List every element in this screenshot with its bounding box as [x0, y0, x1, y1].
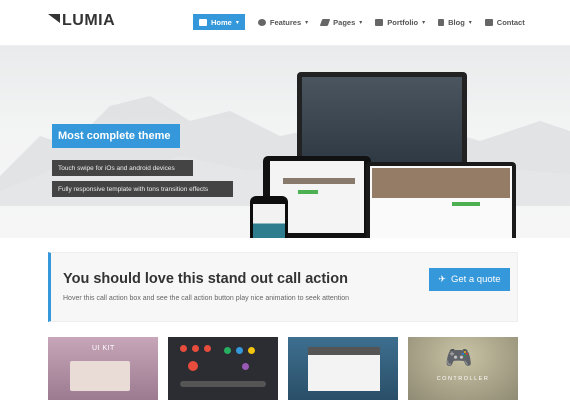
- chevron-down-icon: ▾: [235, 19, 239, 26]
- logo-mark-icon: [48, 13, 60, 23]
- ui-element-dot: [180, 345, 187, 352]
- logo-text: LUMIA: [62, 12, 116, 29]
- plane-icon: ✈: [438, 274, 446, 284]
- portfolio-item[interactable]: UI KIT: [48, 337, 158, 400]
- site-header: LUMIA Home ▾ Features ▾ Pages ▾ Portfoli…: [0, 0, 570, 46]
- nav-item-portfolio[interactable]: Portfolio ▾: [375, 14, 425, 30]
- gear-icon: [257, 18, 266, 26]
- nav-item-pages[interactable]: Pages ▾: [319, 14, 363, 30]
- ui-element-dot: [204, 345, 211, 352]
- main-nav: Home ▾ Features ▾ Pages ▾ Portfolio ▾ Bl…: [193, 14, 538, 30]
- nav-label: Pages: [333, 17, 356, 27]
- website-preview-header: [308, 347, 380, 355]
- nav-label: Contact: [496, 17, 525, 27]
- nav-item-features[interactable]: Features ▾: [257, 14, 309, 30]
- camera-icon: [375, 18, 384, 26]
- call-action-box[interactable]: You should love this stand out call acti…: [48, 252, 518, 322]
- chevron-down-icon: ▾: [422, 19, 426, 26]
- nav-item-home[interactable]: Home ▾: [193, 14, 245, 30]
- chevron-down-icon: ▾: [305, 19, 309, 26]
- portfolio-item[interactable]: [168, 337, 278, 400]
- mail-icon: [484, 18, 493, 26]
- hero-tag: Fully responsive template with tons tran…: [52, 181, 233, 197]
- cta-title: You should love this stand out call acti…: [63, 271, 348, 287]
- phone-screen: [253, 204, 285, 238]
- hero-title: Most complete theme: [52, 124, 180, 148]
- tablet-screen-bar: [298, 190, 318, 194]
- cta-subtitle: Hover this call action box and see the c…: [63, 295, 350, 302]
- portfolio-item[interactable]: [288, 337, 398, 400]
- laptop-screen-banner: [372, 168, 510, 198]
- chevron-down-icon: ▾: [359, 19, 363, 26]
- ui-element-dot: [192, 345, 199, 352]
- pages-icon: [319, 18, 331, 26]
- hero-tag: Touch swipe for iOs and android devices: [52, 160, 193, 176]
- ui-kit-panel: [70, 361, 130, 391]
- ui-element-slider: [180, 381, 266, 387]
- ui-element-dot: [224, 347, 231, 354]
- portfolio-item-label: CONTROLLER: [436, 376, 490, 382]
- nav-item-contact[interactable]: Contact: [484, 14, 525, 30]
- nav-label: Blog: [448, 17, 465, 27]
- nav-label: Home: [211, 17, 232, 27]
- logo[interactable]: LUMIA: [48, 11, 115, 31]
- book-icon: [438, 18, 445, 26]
- ui-element-dot: [248, 347, 255, 354]
- ui-element-dot: [188, 361, 198, 371]
- nav-item-blog[interactable]: Blog ▾: [438, 14, 472, 30]
- gamepad-icon: 🎮: [445, 345, 473, 370]
- portfolio-item-label: UI KIT: [92, 345, 115, 352]
- hero-slider[interactable]: Most complete theme Touch swipe for iOs …: [0, 46, 570, 238]
- chevron-down-icon: ▾: [468, 19, 472, 26]
- phone-mockup: [250, 196, 288, 238]
- ui-element-dot: [242, 363, 249, 370]
- ui-element-dot: [236, 347, 243, 354]
- home-icon: [199, 18, 207, 26]
- get-quote-label: Get a quote: [450, 274, 501, 285]
- portfolio-item[interactable]: 🎮 CONTROLLER: [408, 337, 518, 400]
- nav-label: Portfolio: [387, 17, 419, 27]
- get-quote-button[interactable]: ✈ Get a quote: [429, 268, 510, 291]
- tablet-screen-banner: [283, 178, 355, 184]
- laptop-screen-bar: [452, 202, 480, 206]
- nav-label: Features: [269, 17, 302, 27]
